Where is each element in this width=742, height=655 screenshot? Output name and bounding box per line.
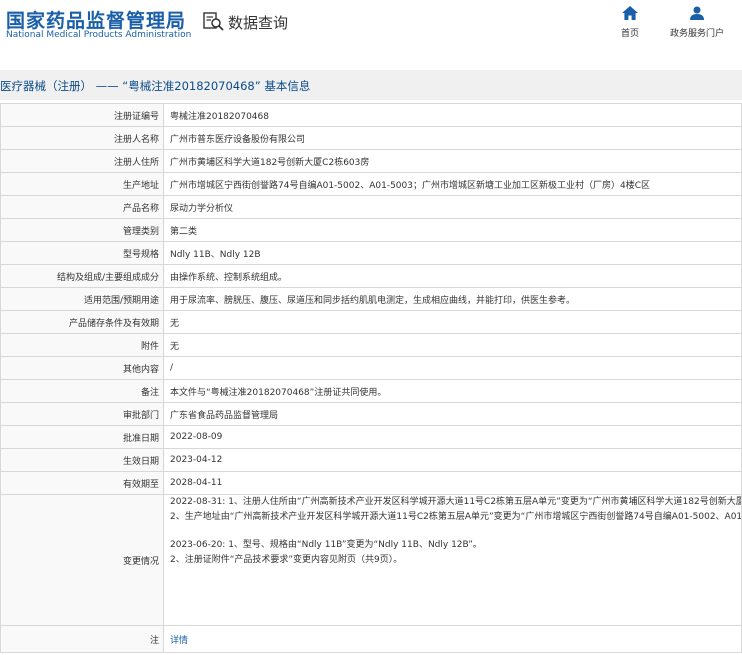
table-row: 备注 本文件与“粤械注准20182070468”注册证共同使用。 bbox=[0, 379, 742, 403]
field-value: 2022-08-09 bbox=[163, 425, 742, 449]
field-value: 无 bbox=[163, 310, 742, 334]
table-row: 结构及组成/主要组成成分 由操作系统、控制系统组成。 bbox=[0, 264, 742, 288]
field-value: 本文件与“粤械注准20182070468”注册证共同使用。 bbox=[163, 379, 742, 403]
field-value: 广东省食品药品监督管理局 bbox=[163, 402, 742, 426]
table-row: 适用范围/预期用途 用于尿流率、膀胱压、腹压、尿道压和同步括约肌肌电测定，生成相应… bbox=[0, 287, 742, 311]
field-value: 2023-04-12 bbox=[163, 448, 742, 472]
field-label: 生产地址 bbox=[0, 172, 164, 196]
user-icon bbox=[690, 6, 704, 20]
field-value: 无 bbox=[163, 333, 742, 357]
field-value: 2028-04-11 bbox=[163, 471, 742, 495]
record-detail-table: 注册证编号 粤械注准20182070468 注册人名称 广州市普东医疗设备股份有限公司… bbox=[0, 103, 742, 653]
table-row: 产品名称 尿动力学分析仪 bbox=[0, 195, 742, 219]
change-entry: 2、生产地址由“广州高新技术产业开发区科学城开源大道11号C2栋第五层A单元”变… bbox=[170, 511, 742, 522]
field-label: 批准日期 bbox=[0, 425, 164, 449]
field-label: 备注 bbox=[0, 379, 164, 403]
field-value: 广州市增城区宁西街创誉路74号自编A01-5002、A01-5003；广州市增城… bbox=[163, 172, 742, 196]
field-value: Ndly 11B、Ndly 12B bbox=[163, 241, 742, 265]
nav-home[interactable]: 首页 bbox=[595, 6, 665, 39]
table-row: 注册证编号 粤械注准20182070468 bbox=[0, 103, 742, 127]
site-logo-en[interactable]: National Medical Products Administration bbox=[6, 30, 191, 40]
field-label: 变更情况 bbox=[0, 494, 164, 626]
nav-service-portal[interactable]: 政务服务门户 bbox=[662, 6, 732, 39]
data-query-icon bbox=[203, 12, 224, 31]
field-label: 注 bbox=[0, 625, 164, 653]
field-label: 注册证编号 bbox=[0, 103, 164, 127]
change-entry: 2023-06-20: 1、型号、规格由“Ndly 11B”变更为“Ndly 1… bbox=[170, 540, 482, 550]
change-entry: 2022-08-31: 1、注册人住所由“广州高新技术产业开发区科学城开源大道1… bbox=[170, 497, 742, 507]
field-label: 结构及组成/主要组成成分 bbox=[0, 264, 164, 288]
change-history: 2022-08-31: 1、注册人住所由“广州高新技术产业开发区科学城开源大道1… bbox=[163, 494, 742, 626]
nav-service-portal-label: 政务服务门户 bbox=[669, 29, 724, 39]
field-value: 由操作系统、控制系统组成。 bbox=[163, 264, 742, 288]
details-link[interactable]: 详情 bbox=[170, 636, 188, 646]
field-label: 其他内容 bbox=[0, 356, 164, 380]
table-row: 批准日期 2022-08-09 bbox=[0, 425, 742, 449]
field-value: 第二类 bbox=[163, 218, 742, 242]
table-row: 注册人住所 广州市黄埔区科学大道182号创新大厦C2栋603房 bbox=[0, 149, 742, 173]
change-entry: 2、注册证附件“产品技术要求”变更内容见附页（共9页）。 bbox=[170, 554, 403, 565]
table-row: 注册人名称 广州市普东医疗设备股份有限公司 bbox=[0, 126, 742, 150]
field-label: 有效期至 bbox=[0, 471, 164, 495]
home-icon bbox=[622, 6, 638, 20]
field-value: 尿动力学分析仪 bbox=[163, 195, 742, 219]
data-query-label: 数据查询 bbox=[228, 13, 289, 32]
table-row: 生效日期 2023-04-12 bbox=[0, 448, 742, 472]
field-label: 注册人住所 bbox=[0, 149, 164, 173]
table-row: 附件无 bbox=[0, 333, 742, 357]
table-row: 注 详情 bbox=[0, 625, 742, 653]
field-value: 用于尿流率、膀胱压、腹压、尿道压和同步括约肌肌电测定，生成相应曲线，并能打印，供… bbox=[163, 287, 742, 311]
table-row: 其他内容 / bbox=[0, 356, 742, 380]
page-title-bar: 医疗器械（注册） —— “粤械注准20182070468” 基本信息 bbox=[0, 70, 742, 100]
field-label: 附件 bbox=[0, 333, 164, 357]
table-row: 管理类别 第二类 bbox=[0, 218, 742, 242]
table-row: 产品储存条件及有效期无 bbox=[0, 310, 742, 334]
field-value: / bbox=[163, 356, 742, 380]
field-value: 广州市普东医疗设备股份有限公司 bbox=[163, 126, 742, 150]
field-label: 生效日期 bbox=[0, 448, 164, 472]
field-label: 型号规格 bbox=[0, 241, 164, 265]
table-row: 型号规格 Ndly 11B、Ndly 12B bbox=[0, 241, 742, 265]
field-label: 产品储存条件及有效期 bbox=[0, 310, 164, 334]
page-title: 医疗器械（注册） —— “粤械注准20182070468” 基本信息 bbox=[0, 79, 311, 93]
nav-home-label: 首页 bbox=[620, 29, 639, 39]
field-label: 产品名称 bbox=[0, 195, 164, 219]
table-row: 变更情况 2022-08-31: 1、注册人住所由“广州高新技术产业开发区科学城… bbox=[0, 494, 742, 626]
field-label: 注册人名称 bbox=[0, 126, 164, 150]
data-query-button[interactable]: 数据查询 bbox=[203, 12, 288, 32]
site-logo-cn[interactable]: 国家药品监督管理局 bbox=[6, 6, 186, 33]
table-row: 审批部门 广东省食品药品监督管理局 bbox=[0, 402, 742, 426]
site-header: 国家药品监督管理局 National Medical Products Admi… bbox=[0, 0, 742, 66]
field-label: 适用范围/预期用途 bbox=[0, 287, 164, 311]
field-label: 管理类别 bbox=[0, 218, 164, 242]
table-row: 生产地址 广州市增城区宁西街创誉路74号自编A01-5002、A01-5003；广… bbox=[0, 172, 742, 196]
field-value: 广州市黄埔区科学大道182号创新大厦C2栋603房 bbox=[163, 149, 742, 173]
field-value: 粤械注准20182070468 bbox=[163, 103, 742, 127]
table-row: 有效期至 2028-04-11 bbox=[0, 471, 742, 495]
field-label: 审批部门 bbox=[0, 402, 164, 426]
